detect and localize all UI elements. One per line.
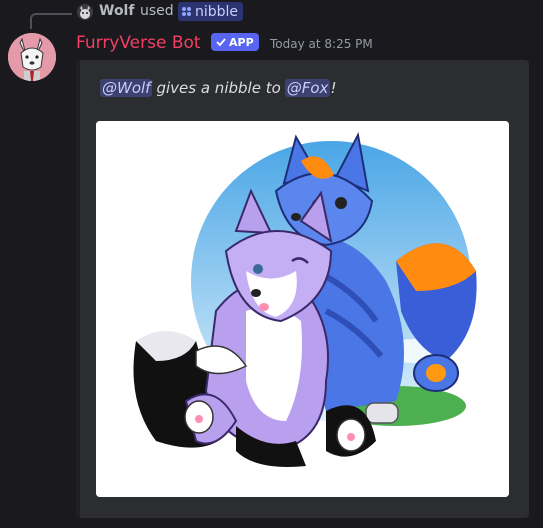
fox-wolf-illustration bbox=[96, 121, 509, 497]
app-badge-label: APP bbox=[229, 35, 254, 49]
embed-end-punct: ! bbox=[330, 79, 337, 97]
bot-avatar[interactable] bbox=[8, 33, 56, 81]
message-timestamp[interactable]: Today at 8:25 PM bbox=[270, 37, 373, 51]
bot-username[interactable]: FurryVerse Bot bbox=[76, 33, 201, 53]
reply-user-avatar[interactable] bbox=[77, 4, 93, 20]
reply-spine bbox=[30, 13, 72, 29]
embed-image[interactable] bbox=[96, 121, 509, 497]
command-context-bar: Wolf used nibble bbox=[0, 0, 543, 29]
reply-username[interactable]: Wolf bbox=[99, 3, 134, 19]
embed-description: @Wolf gives a nibble to @Fox ! bbox=[100, 79, 336, 97]
command-name: nibble bbox=[195, 3, 239, 20]
mention-fox[interactable]: @Fox bbox=[284, 79, 331, 97]
reply-used-text: used bbox=[140, 3, 174, 19]
embed-action-text: gives a nibble to bbox=[156, 79, 281, 97]
mention-wolf[interactable]: @Wolf bbox=[100, 79, 153, 97]
slash-command-mention[interactable]: nibble bbox=[178, 2, 244, 21]
app-badge: APP bbox=[211, 33, 259, 51]
command-icon bbox=[182, 6, 192, 17]
verified-check-icon bbox=[216, 38, 226, 47]
message-embed: @Wolf gives a nibble to @Fox ! bbox=[76, 60, 529, 518]
